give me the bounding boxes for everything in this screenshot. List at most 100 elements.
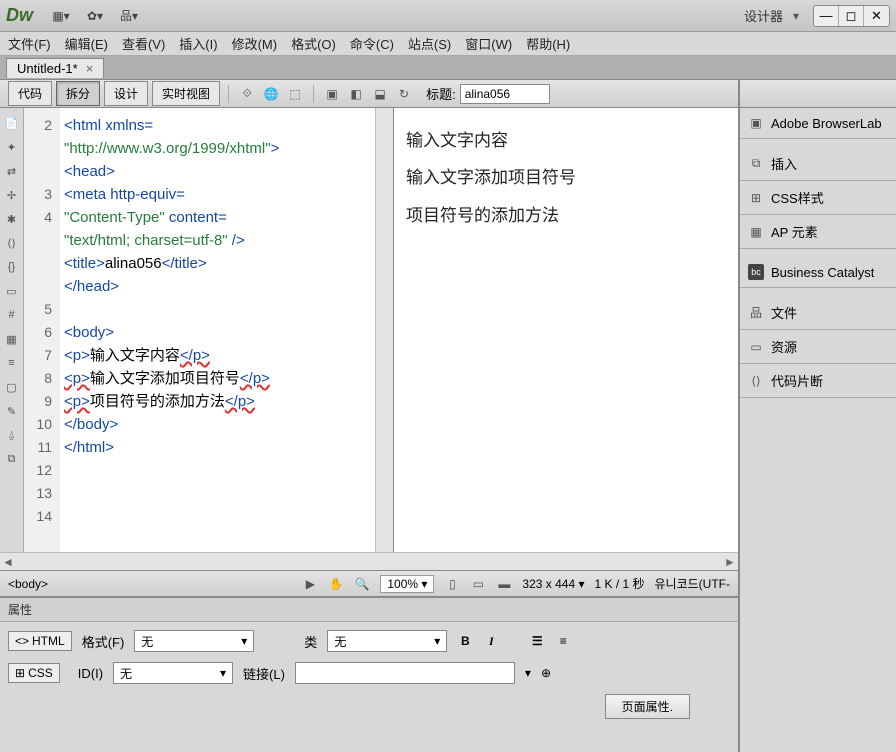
statusbar: <body> ▶ ✋ 🔍 100% ▾ ▯ ▭ ▬ 323 x 444 ▾ 1 … (0, 570, 738, 596)
close-button[interactable]: ✕ (864, 6, 889, 26)
tool-icon[interactable]: ⟨⟩ (3, 234, 21, 252)
refresh-icon[interactable]: ↻ (394, 85, 414, 103)
class-label: 类 (304, 632, 317, 651)
tool-icon[interactable]: 📄 (3, 114, 21, 132)
class-select[interactable]: 无▾ (327, 630, 447, 652)
panel-bc[interactable]: bcBusiness Catalyst (740, 257, 896, 288)
list-ol-icon[interactable]: ≡ (555, 634, 571, 648)
preview-line: 项目符号的添加方法 (406, 197, 726, 234)
panel-ap[interactable]: ▦AP 元素 (740, 215, 896, 249)
panel-css[interactable]: ⊞CSS样式 (740, 181, 896, 215)
line-numbers: 234567891011121314 (24, 108, 60, 552)
layout-icon[interactable]: ▦▾ (51, 6, 71, 26)
close-tab-icon[interactable]: × (86, 61, 94, 76)
panel-browserlab[interactable]: ▣Adobe BrowserLab (740, 108, 896, 139)
link-label: 链接(L) (243, 664, 285, 683)
css-icon: ⊞ (748, 190, 764, 206)
list-ul-icon[interactable]: ☰ (529, 634, 545, 648)
tool-icon[interactable]: ▭ (3, 282, 21, 300)
encoding: 유니코드(UTF- (655, 575, 730, 592)
bold-button[interactable]: B (457, 634, 473, 648)
tool-icon[interactable]: ≡ (3, 354, 21, 372)
menu-help[interactable]: 帮助(H) (526, 34, 570, 53)
menu-command[interactable]: 命令(C) (350, 34, 394, 53)
site-icon[interactable]: 品▾ (119, 6, 139, 26)
panel-files[interactable]: 品文件 (740, 296, 896, 330)
globe-icon[interactable]: 🌐 (261, 85, 281, 103)
tool-icon[interactable]: ⬚ (285, 85, 305, 103)
tool-icon[interactable]: ▣ (322, 85, 342, 103)
title-input[interactable] (460, 84, 550, 104)
tool-icon[interactable]: ▦ (3, 330, 21, 348)
link-target-icon[interactable]: ⊕ (541, 666, 551, 680)
menu-view[interactable]: 查看(V) (122, 34, 165, 53)
tool-icon[interactable]: ⇄ (3, 162, 21, 180)
id-select[interactable]: 无▾ (113, 662, 233, 684)
tool-icon[interactable]: ▢ (3, 378, 21, 396)
screen-icon[interactable]: ▬ (496, 577, 512, 591)
tool-icon[interactable]: {} (3, 258, 21, 276)
code-editor[interactable]: <html xmlns= "http://www.w3.org/1999/xht… (60, 108, 375, 552)
menu-site[interactable]: 站点(S) (408, 34, 451, 53)
css-tab[interactable]: ⊞ CSS (8, 663, 60, 683)
ap-icon: ▦ (748, 224, 764, 240)
tool-icon[interactable]: ✦ (3, 138, 21, 156)
workspace-dropdown-icon[interactable]: ▾ (793, 9, 799, 23)
tool-icon[interactable]: ⬓ (370, 85, 390, 103)
menubar: 文件(F) 编辑(E) 查看(V) 插入(I) 修改(M) 格式(O) 命令(C… (0, 32, 896, 56)
panel-assets[interactable]: ▭资源 (740, 330, 896, 364)
menu-format[interactable]: 格式(O) (291, 34, 336, 53)
title-label: 标题: (426, 84, 456, 103)
workspace-label[interactable]: 设计器 (744, 6, 783, 25)
id-label: ID(I) (78, 666, 103, 681)
live-view-button[interactable]: 实时视图 (152, 81, 220, 106)
screen-icon[interactable]: ▯ (444, 577, 460, 591)
filesize: 1 K / 1 秒 (594, 575, 644, 592)
insert-icon: ⧉ (748, 156, 764, 172)
screen-icon[interactable]: ▭ (470, 577, 486, 591)
menu-file[interactable]: 文件(F) (8, 34, 51, 53)
properties-panel: 属性 <>HTML 格式(F) 无▾ 类 无▾ B I ☰ (0, 596, 738, 752)
code-scrollbar[interactable] (375, 108, 393, 552)
document-tab-name: Untitled-1* (17, 61, 78, 76)
html-tab[interactable]: <>HTML (8, 631, 72, 651)
italic-button[interactable]: I (483, 634, 499, 649)
panel-insert[interactable]: ⧉插入 (740, 147, 896, 181)
design-view-button[interactable]: 设计 (104, 81, 148, 106)
tool-icon[interactable]: ⍙ (3, 426, 21, 444)
hand-icon[interactable]: ✋ (328, 577, 344, 591)
code-pane[interactable]: 234567891011121314 <html xmlns= "http://… (24, 108, 394, 552)
tool-icon[interactable]: # (3, 306, 21, 324)
properties-title: 属性 (0, 598, 738, 622)
menu-modify[interactable]: 修改(M) (232, 34, 278, 53)
preview-pane[interactable]: 输入文字内容 输入文字添加项目符号 项目符号的添加方法 (394, 108, 738, 552)
tool-icon[interactable]: ⧉ (3, 450, 21, 468)
code-view-button[interactable]: 代码 (8, 81, 52, 106)
pointer-icon[interactable]: ▶ (302, 577, 318, 591)
tool-icon[interactable]: ✱ (3, 210, 21, 228)
menu-window[interactable]: 窗口(W) (465, 34, 512, 53)
horizontal-scrollbar[interactable]: ◄► (0, 552, 738, 570)
menu-edit[interactable]: 编辑(E) (65, 34, 108, 53)
tool-icon[interactable]: ✎ (3, 402, 21, 420)
tool-icon[interactable]: ◧ (346, 85, 366, 103)
minimize-button[interactable]: — (814, 6, 839, 26)
tag-selector[interactable]: <body> (8, 577, 48, 591)
preview-line: 输入文字内容 (406, 122, 726, 159)
page-properties-button[interactable]: 页面属性. (605, 694, 690, 719)
menu-insert[interactable]: 插入(I) (179, 34, 217, 53)
panel-snippets[interactable]: ⟨⟩代码片断 (740, 364, 896, 398)
link-input[interactable] (295, 662, 515, 684)
tool-icon[interactable]: ✢ (3, 186, 21, 204)
format-select[interactable]: 无▾ (134, 630, 254, 652)
zoom-select[interactable]: 100% ▾ (380, 575, 434, 593)
assets-icon: ▭ (748, 339, 764, 355)
zoom-icon[interactable]: 🔍 (354, 577, 370, 591)
preview-line: 输入文字添加项目符号 (406, 159, 726, 196)
maximize-button[interactable]: ◻ (839, 6, 864, 26)
tool-icon[interactable]: ⟐ (237, 85, 257, 103)
browserlab-icon: ▣ (748, 115, 764, 131)
split-view-button[interactable]: 拆分 (56, 81, 100, 106)
document-tab[interactable]: Untitled-1* × (6, 58, 104, 78)
gear-icon[interactable]: ✿▾ (85, 6, 105, 26)
